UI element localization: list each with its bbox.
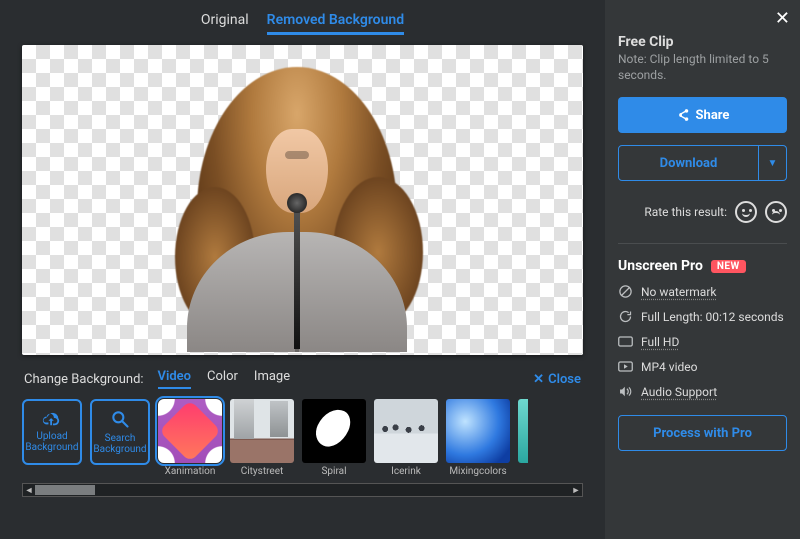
foreground-subject — [177, 67, 417, 352]
close-label: Close — [548, 372, 581, 387]
preview-canvas — [22, 45, 583, 355]
view-tabs: Original Removed Background — [22, 8, 583, 45]
close-icon: ✕ — [533, 372, 544, 387]
tab-original[interactable]: Original — [201, 12, 249, 35]
clip-title: Free Clip — [618, 34, 787, 50]
sidebar-divider — [618, 243, 787, 244]
search-icon — [110, 409, 130, 429]
feat-full-length: Full Length: 00:12 seconds — [618, 309, 787, 324]
background-picker-header: Change Background: Video Color Image ✕ C… — [22, 355, 583, 395]
play-icon — [618, 359, 633, 374]
new-badge: NEW — [711, 260, 746, 273]
tab-removed-background[interactable]: Removed Background — [267, 12, 404, 35]
share-button[interactable]: Share — [618, 97, 787, 133]
main-panel: Original Removed Background Change Backg… — [0, 0, 605, 539]
download-button[interactable]: Download — [618, 145, 759, 181]
scroll-right-icon[interactable]: ► — [570, 484, 582, 496]
close-background-picker[interactable]: ✕ Close — [533, 372, 581, 387]
chevron-down-icon: ▼ — [768, 158, 778, 169]
bg-thumb-spiral[interactable]: Spiral — [302, 399, 366, 477]
rate-row: Rate this result: — [618, 201, 787, 223]
ban-icon — [618, 284, 633, 299]
scroll-handle[interactable] — [35, 485, 95, 495]
clip-note: Note: Clip length limited to 5 seconds. — [618, 52, 787, 83]
bg-thumb-overflow[interactable] — [518, 399, 528, 463]
search-background-tile[interactable]: Search Background — [90, 399, 150, 465]
rate-happy-icon[interactable] — [735, 201, 757, 223]
upload-background-tile[interactable]: Upload Background — [22, 399, 82, 465]
change-background-label: Change Background: — [24, 372, 144, 387]
process-with-pro-button[interactable]: Process with Pro — [618, 415, 787, 451]
refresh-icon — [618, 309, 633, 324]
strip-scrollbar[interactable]: ◄ ► — [22, 483, 583, 497]
background-strip: Upload Background Search Background Xani… — [22, 395, 583, 479]
feat-audio: Audio Support — [618, 384, 787, 399]
sidebar: ✕ Free Clip Note: Clip length limited to… — [605, 0, 800, 539]
bg-thumb-icerink[interactable]: Icerink — [374, 399, 438, 477]
bg-tab-color[interactable]: Color — [207, 369, 238, 389]
hd-icon — [618, 334, 633, 349]
feat-no-watermark: No watermark — [618, 284, 787, 299]
rate-label: Rate this result: — [644, 205, 727, 219]
feat-mp4: MP4 video — [618, 359, 787, 374]
download-more-button[interactable]: ▼ — [759, 145, 787, 181]
pro-heading: Unscreen Pro NEW — [618, 258, 787, 274]
bg-thumb-citystreet[interactable]: Citystreet — [230, 399, 294, 477]
bg-tab-video[interactable]: Video — [158, 369, 192, 389]
feat-full-hd: Full HD — [618, 334, 787, 349]
scroll-left-icon[interactable]: ◄ — [23, 484, 35, 496]
bg-thumb-mixingcolors[interactable]: Mixingcolors — [446, 399, 510, 477]
close-panel-icon[interactable]: ✕ — [775, 8, 790, 29]
bg-tab-image[interactable]: Image — [254, 369, 290, 389]
rate-sad-icon[interactable] — [765, 201, 787, 223]
download-row: Download ▼ — [618, 145, 787, 181]
cloud-upload-icon — [41, 411, 63, 427]
speaker-icon — [618, 384, 633, 399]
bg-thumb-xanimation[interactable]: Xanimation — [158, 399, 222, 477]
background-type-tabs: Video Color Image — [158, 369, 291, 389]
share-icon — [676, 108, 690, 122]
